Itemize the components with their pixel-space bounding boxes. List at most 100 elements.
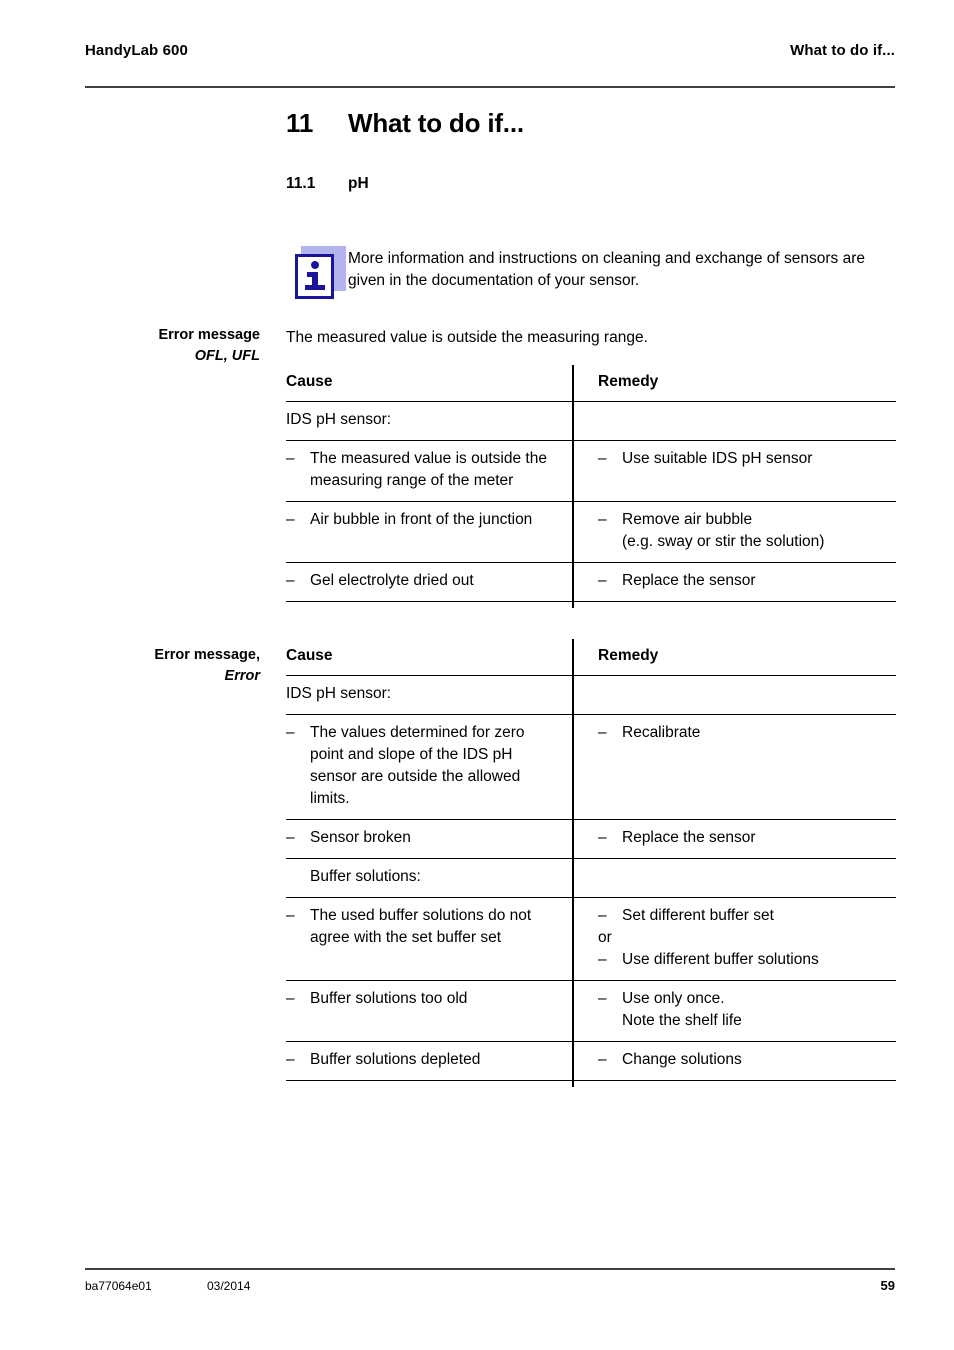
- dash-bullet: –: [598, 907, 607, 924]
- dash-bullet: –: [598, 450, 607, 467]
- list-item-text: Recalibrate: [622, 724, 701, 741]
- list-item-text: Remove air bubble (e.g. sway or stir the …: [622, 511, 825, 550]
- remedy-cell: – Remove air bubble (e.g. sway or stir the…: [572, 502, 896, 562]
- running-head: HandyLab 600 What to do if...: [85, 42, 895, 59]
- cause-cell: – The used buffer solutions do not agree …: [286, 898, 572, 980]
- dash-bullet: –: [598, 511, 607, 528]
- dash-bullet: –: [598, 990, 607, 1007]
- intro-paragraph: The measured value is outside the measur…: [286, 329, 648, 346]
- remedy-cell: [572, 859, 896, 897]
- list-item: – Air bubble in front of the junction: [286, 509, 562, 531]
- cause-cell: – Air bubble in front of the junction: [286, 502, 572, 562]
- troubleshooting-table: Cause Remedy IDS pH sensor: – The values det…: [286, 639, 896, 1087]
- section-title: pH: [348, 175, 369, 192]
- margin-label: Error message OFL, UFL: [60, 325, 260, 367]
- column-header-cause: Cause: [286, 373, 333, 390]
- column-header-remedy: Remedy: [598, 373, 659, 390]
- troubleshooting-table: Cause Remedy IDS pH sensor: – The measured v…: [286, 365, 896, 608]
- dash-bullet: –: [286, 450, 295, 467]
- footer-rule: [85, 1268, 895, 1270]
- table-row: – Sensor broken – Replace the sensor: [286, 820, 896, 859]
- remedy-cell: – Use only once. Note the shelf life: [572, 981, 896, 1041]
- note-callout: More information and instructions on cle…: [286, 242, 896, 300]
- list-item-text: Use only once. Note the shelf life: [622, 990, 742, 1029]
- running-head-rule: [85, 86, 895, 88]
- running-head-right: What to do if...: [790, 42, 895, 59]
- info-icon-serif-bottom: [305, 285, 325, 290]
- section-number: 11.1: [286, 175, 316, 192]
- cause-cell: Buffer solutions:: [286, 859, 572, 897]
- dash-bullet: –: [286, 990, 295, 1007]
- table-row: – Buffer solutions depleted – Change soluti…: [286, 1042, 896, 1081]
- column-header-cause: Cause: [286, 647, 333, 664]
- list-item-text: The used buffer solutions do not agree w…: [310, 907, 532, 946]
- remedy-cell: – Use suitable IDS pH sensor: [572, 441, 896, 501]
- cause-cell: – Buffer solutions too old: [286, 981, 572, 1041]
- remedy-cell: – Change solutions: [572, 1042, 896, 1080]
- dash-bullet: –: [286, 724, 295, 741]
- remedy-cell: – Replace the sensor: [572, 563, 896, 601]
- cause-cell: IDS pH sensor:: [286, 676, 572, 714]
- footer-page-number: 59: [880, 1278, 895, 1293]
- section-heading: 11.1 pH: [286, 175, 369, 193]
- dash-bullet: –: [286, 1051, 295, 1068]
- table-row: – Gel electrolyte dried out – Replace the s…: [286, 563, 896, 602]
- page: HandyLab 600 What to do if... 11 What to…: [0, 0, 954, 1350]
- table-row: IDS pH sensor:: [286, 402, 896, 441]
- dash-bullet: –: [598, 951, 607, 968]
- table-row: Buffer solutions:: [286, 859, 896, 898]
- margin-label-line2: Error: [224, 668, 260, 684]
- list-item: – Set different buffer set: [598, 905, 886, 927]
- list-item: – Buffer solutions depleted: [286, 1049, 562, 1071]
- list-item: – The measured value is outside the measu…: [286, 448, 562, 492]
- margin-label-line1: Error message,: [154, 647, 260, 663]
- dash-bullet: –: [286, 572, 295, 589]
- list-item-text: The values determined for zero point and…: [310, 724, 525, 807]
- chapter-heading: 11 What to do if...: [286, 108, 524, 139]
- table-row: – Buffer solutions too old – Use only once.…: [286, 981, 896, 1042]
- list-item-text: Replace the sensor: [622, 829, 756, 846]
- cell-text: IDS pH sensor:: [286, 411, 392, 428]
- cause-cell: – Sensor broken: [286, 820, 572, 858]
- info-icon-dot: [311, 261, 319, 269]
- list-item-text: Sensor broken: [310, 829, 411, 846]
- cause-cell: – The values determined for zero point an…: [286, 715, 572, 819]
- dash-bullet: –: [286, 511, 295, 528]
- list-item: – Recalibrate: [598, 722, 886, 744]
- cell-text: Buffer solutions:: [310, 868, 421, 885]
- cell-text: IDS pH sensor:: [286, 685, 392, 702]
- remedy-cell: [572, 676, 896, 714]
- list-item-text: The measured value is outside the measur…: [310, 450, 547, 489]
- list-item: – Use different buffer solutions: [598, 949, 886, 971]
- list-item: – Use suitable IDS pH sensor: [598, 448, 886, 470]
- list-item-text: Replace the sensor: [622, 572, 756, 589]
- cause-cell: – Buffer solutions depleted: [286, 1042, 572, 1080]
- column-divider: [572, 365, 574, 608]
- cause-cell: – Gel electrolyte dried out: [286, 563, 572, 601]
- list-item-text: Gel electrolyte dried out: [310, 572, 474, 589]
- list-item-text: Use different buffer solutions: [622, 951, 819, 968]
- remedy-cell: – Set different buffer set or – Use differen…: [572, 898, 896, 980]
- table-header-row: Cause Remedy: [286, 639, 896, 676]
- dash-bullet: –: [286, 829, 295, 846]
- list-item: – The values determined for zero point an…: [286, 722, 562, 810]
- info-icon-letter: [295, 254, 334, 299]
- list-item: – Buffer solutions too old: [286, 988, 562, 1010]
- list-item: – Replace the sensor: [598, 827, 886, 849]
- dash-bullet: –: [598, 724, 607, 741]
- conjunction-or: or: [598, 929, 612, 946]
- margin-label-line2: OFL, UFL: [194, 348, 260, 364]
- note-text: More information and instructions on cle…: [348, 250, 865, 289]
- list-item: – Use only once. Note the shelf life: [598, 988, 886, 1032]
- dash-bullet: –: [286, 907, 295, 924]
- table-row: IDS pH sensor:: [286, 676, 896, 715]
- dash-bullet: –: [598, 829, 607, 846]
- list-item: – The used buffer solutions do not agree …: [286, 905, 562, 949]
- dash-bullet: –: [598, 572, 607, 589]
- footer: ba77064e01 03/2014 59: [85, 1278, 895, 1293]
- list-item: – Replace the sensor: [598, 570, 886, 592]
- running-head-left: HandyLab 600: [85, 42, 188, 59]
- margin-label: Error message, Error: [60, 645, 260, 687]
- list-item: – Gel electrolyte dried out: [286, 570, 562, 592]
- footer-doc-id: ba77064e01: [85, 1279, 152, 1293]
